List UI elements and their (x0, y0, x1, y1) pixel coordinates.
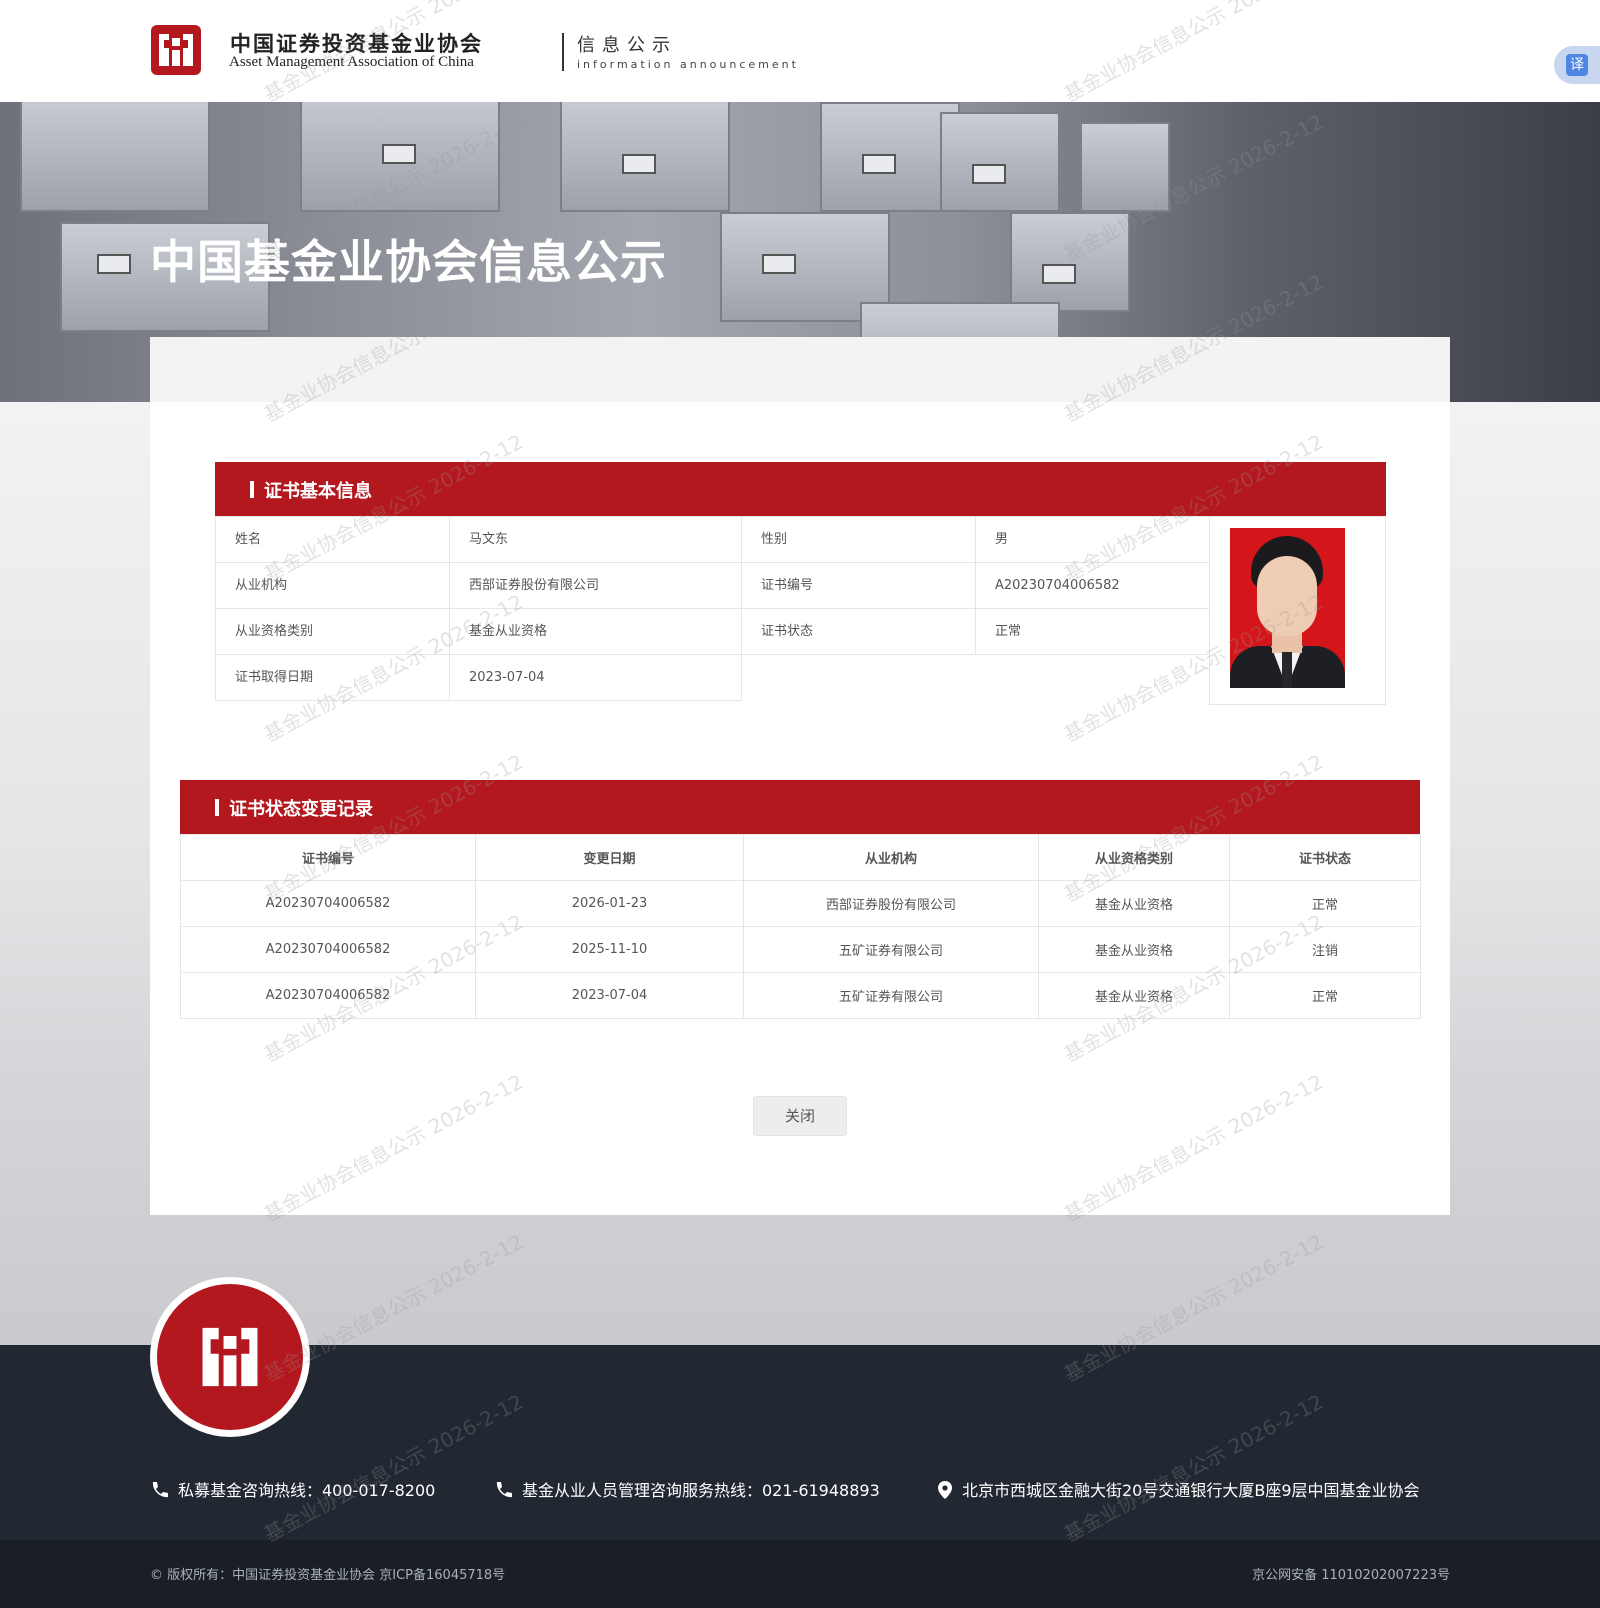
address: 北京市西城区金融大街20号交通银行大厦B座9层中国基金业协会 (938, 1477, 1420, 1501)
staff-hotline-text: 基金从业人员管理咨询服务热线：021-61948893 (522, 1481, 880, 1500)
value-gender: 男 (975, 516, 1210, 563)
section-name-cn: 信息公示 (577, 35, 677, 56)
cell-qualification: 基金从业资格 (1038, 880, 1230, 927)
col-change-date: 变更日期 (475, 834, 744, 881)
cell-institution: 五矿证券有限公司 (743, 926, 1039, 973)
cell-change-date: 2026-01-23 (475, 880, 744, 927)
col-qualification: 从业资格类别 (1038, 834, 1230, 881)
logo-seal-icon[interactable] (150, 24, 202, 76)
label-cert-status: 证书状态 (741, 608, 976, 655)
value-name: 马文东 (449, 516, 742, 563)
cell-cert-number: A20230704006582 (180, 880, 476, 927)
filing-cabinet-drawer (1010, 212, 1130, 312)
cell-status: 正常 (1229, 880, 1421, 927)
logo-divider (562, 33, 564, 71)
section-name-en: information announcement (577, 58, 799, 71)
cell-change-date: 2025-11-10 (475, 926, 744, 973)
cell-status: 正常 (1229, 972, 1421, 1019)
section-marker (215, 799, 219, 816)
cell-institution: 五矿证券有限公司 (743, 972, 1039, 1019)
cell-cert-number: A20230704006582 (180, 926, 476, 973)
copyright-text: © 版权所有：中国证券投资基金业协会 京ICP备16045718号 (150, 1568, 506, 1583)
label-name: 姓名 (215, 516, 450, 563)
filing-cabinet-drawer (20, 102, 210, 212)
site-header: 中国证券投资基金业协会 Asset Management Association… (0, 0, 1600, 102)
label-gender: 性别 (741, 516, 976, 563)
label-qualification: 从业资格类别 (215, 608, 450, 655)
label-issue-date: 证书取得日期 (215, 654, 450, 701)
col-cert-number: 证书编号 (180, 834, 476, 881)
location-pin-icon (938, 1481, 952, 1499)
cell-status: 注销 (1229, 926, 1421, 973)
photo-frame (1209, 516, 1386, 705)
card-top-strip (150, 337, 1450, 402)
phone-icon (152, 1482, 168, 1498)
table-row: A20230704006582 2026-01-23 西部证券股份有限公司 基金… (180, 880, 1421, 927)
cell-qualification: 基金从业资格 (1038, 926, 1230, 973)
cell-cert-number: A20230704006582 (180, 972, 476, 1019)
value-institution: 西部证券股份有限公司 (449, 562, 742, 609)
col-institution: 从业机构 (743, 834, 1039, 881)
label-institution: 从业机构 (215, 562, 450, 609)
filing-cabinet-drawer (820, 102, 960, 212)
phone-icon (496, 1482, 512, 1498)
org-name-en: Asset Management Association of China (229, 54, 474, 70)
banner-title: 中国基金业协会信息公示 (150, 235, 667, 289)
table-header-row: 证书编号 变更日期 从业机构 从业资格类别 证书状态 (180, 834, 1421, 881)
address-text: 北京市西城区金融大街20号交通银行大厦B座9层中国基金业协会 (962, 1481, 1420, 1500)
filing-cabinet-drawer (300, 102, 500, 212)
police-record-text: 京公网安备 11010202007223号 (1252, 1568, 1450, 1583)
filing-cabinet-drawer (1080, 122, 1170, 212)
cell-institution: 西部证券股份有限公司 (743, 880, 1039, 927)
col-status: 证书状态 (1229, 834, 1421, 881)
filing-cabinet-drawer (940, 112, 1060, 212)
status-change-table: 证书编号 变更日期 从业机构 从业资格类别 证书状态 A202307040065… (180, 834, 1421, 1019)
staff-hotline: 基金从业人员管理咨询服务热线：021-61948893 (494, 1477, 880, 1501)
cell-qualification: 基金从业资格 (1038, 972, 1230, 1019)
logo-seal-icon (202, 1327, 258, 1387)
value-cert-status: 正常 (975, 608, 1210, 655)
value-cert-number: A20230704006582 (975, 562, 1210, 609)
value-issue-date: 2023-07-04 (449, 654, 742, 701)
records-title: 证书状态变更记录 (229, 799, 373, 820)
table-row: A20230704006582 2025-11-10 五矿证券有限公司 基金从业… (180, 926, 1421, 973)
filing-cabinet-drawer (560, 102, 730, 212)
translate-icon: 译 (1566, 54, 1588, 76)
translate-button[interactable]: 译 (1554, 46, 1600, 84)
cell-change-date: 2023-07-04 (475, 972, 744, 1019)
label-cert-number: 证书编号 (741, 562, 976, 609)
section-marker (250, 481, 254, 498)
close-button[interactable]: 关闭 (753, 1096, 847, 1136)
basic-info-header: 证书基本信息 (215, 462, 1386, 516)
private-fund-hotline-text: 私募基金咨询热线：400-017-8200 (178, 1481, 436, 1500)
records-header: 证书状态变更记录 (180, 780, 1420, 834)
basic-info-title: 证书基本信息 (264, 481, 372, 502)
value-qualification: 基金从业资格 (449, 608, 742, 655)
id-photo (1230, 528, 1345, 688)
footer-logo (150, 1277, 310, 1437)
private-fund-hotline: 私募基金咨询热线：400-017-8200 (150, 1477, 435, 1501)
table-row: A20230704006582 2023-07-04 五矿证券有限公司 基金从业… (180, 972, 1421, 1019)
